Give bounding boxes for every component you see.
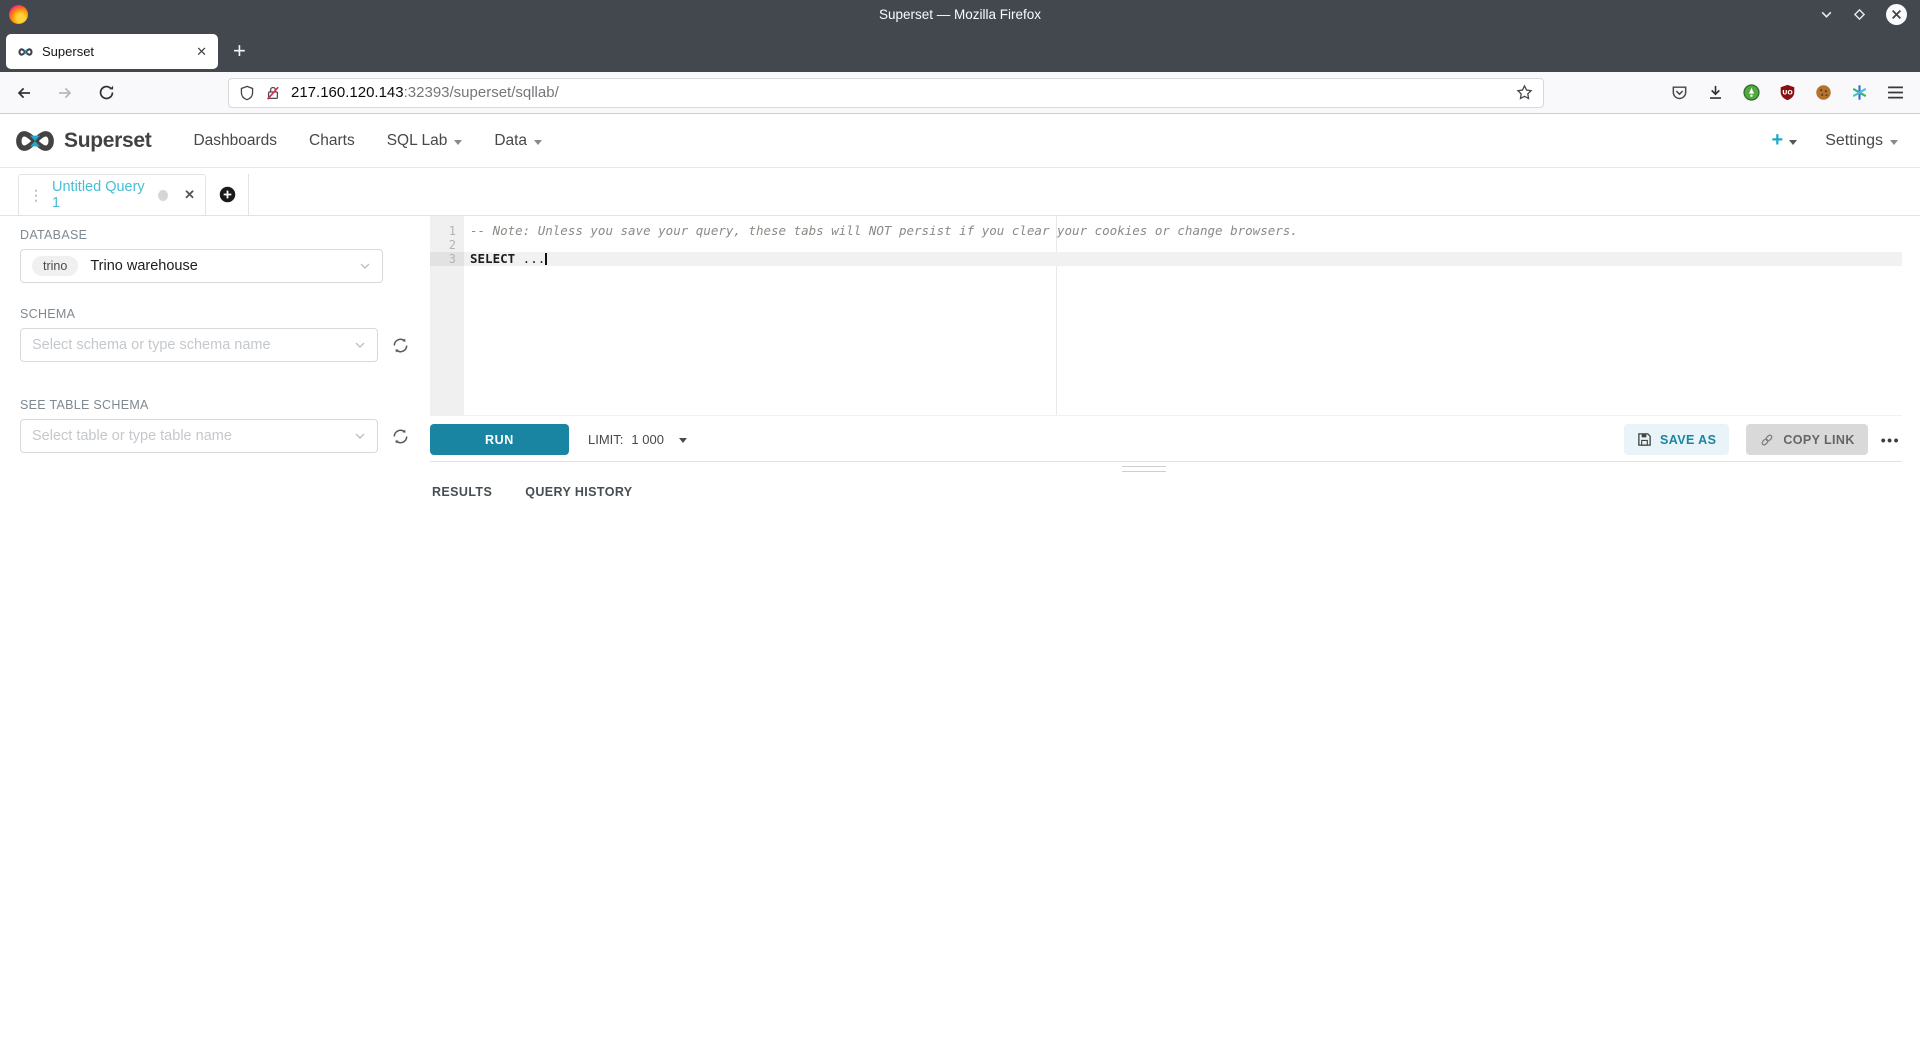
line-number-active: 3 — [430, 252, 464, 266]
query-tab-active[interactable]: ⋮ Untitled Query 1 ✕ — [18, 174, 206, 215]
insecure-lock-icon[interactable] — [265, 85, 281, 101]
limit-label: LIMIT: — [588, 432, 623, 447]
query-tab-bar: ⋮ Untitled Query 1 ✕ — [0, 168, 1920, 216]
ublock-origin-icon[interactable]: UO — [1779, 84, 1796, 101]
limit-dropdown[interactable]: LIMIT: 1 000 — [588, 432, 687, 447]
editor-code-area[interactable]: -- Note: Unless you save your query, the… — [464, 216, 1902, 266]
superset-navbar: Superset Dashboards Charts SQL Lab Data … — [0, 114, 1920, 168]
limit-value: 1 000 — [631, 432, 664, 447]
main-nav: Dashboards Charts SQL Lab Data — [177, 132, 558, 150]
table-schema-label: SEE TABLE SCHEMA — [20, 398, 410, 412]
tracking-shield-icon[interactable] — [239, 85, 255, 101]
database-select[interactable]: trino Trino warehouse — [20, 249, 383, 283]
table-select[interactable]: Select table or type table name — [20, 419, 378, 453]
window-titlebar: Superset — Mozilla Firefox — [0, 0, 1920, 29]
menu-hamburger-icon[interactable] — [1887, 85, 1904, 100]
chevron-down-icon — [454, 140, 462, 145]
tab-results[interactable]: RESULTS — [432, 485, 492, 499]
editor-gutter: 1 2 3 — [430, 216, 464, 415]
chevron-down-icon — [359, 260, 371, 272]
save-as-button[interactable]: SAVE AS — [1624, 424, 1729, 455]
extension-asterisk-icon[interactable] — [1851, 84, 1868, 101]
brand-name: Superset — [64, 129, 151, 153]
database-engine-badge: trino — [32, 256, 78, 276]
nav-item-charts[interactable]: Charts — [293, 132, 371, 150]
downloads-icon[interactable] — [1707, 84, 1724, 101]
window-maximize-icon[interactable] — [1853, 8, 1866, 21]
run-button[interactable]: RUN — [430, 424, 569, 455]
url-text[interactable]: 217.160.120.143:32393/superset/sqllab/ — [291, 84, 559, 101]
link-icon — [1759, 432, 1775, 448]
pane-divider — [430, 461, 1902, 476]
chevron-down-icon — [1789, 140, 1797, 145]
superset-brand[interactable]: Superset — [12, 129, 151, 153]
url-path: :32393/superset/sqllab/ — [404, 84, 559, 101]
sql-comment-line: -- Note: Unless you save your query, the… — [470, 223, 1298, 238]
window-close-button[interactable] — [1886, 4, 1907, 25]
nav-item-data[interactable]: Data — [478, 132, 558, 150]
copy-link-label: COPY LINK — [1783, 433, 1854, 447]
pocket-icon[interactable] — [1671, 84, 1688, 101]
sql-blank-line — [464, 238, 1902, 252]
schema-select[interactable]: Select schema or type schema name — [20, 328, 378, 362]
results-tab-bar: RESULTS QUERY HISTORY — [430, 485, 1902, 499]
add-query-tab-button[interactable] — [206, 174, 249, 215]
bookmark-star-icon[interactable] — [1516, 84, 1533, 101]
superset-favicon — [17, 47, 34, 57]
add-new-button[interactable]: + — [1772, 129, 1798, 152]
query-status-dot — [158, 190, 168, 201]
database-label: DATABASE — [20, 228, 410, 242]
svg-text:UO: UO — [1782, 89, 1793, 97]
database-select-value: Trino warehouse — [90, 258, 359, 274]
chevron-down-icon — [534, 140, 542, 145]
query-tab-title: Untitled Query 1 — [52, 179, 145, 211]
caret-down-icon — [679, 438, 687, 443]
nav-item-sql-lab[interactable]: SQL Lab — [371, 132, 479, 150]
chevron-down-icon — [354, 339, 366, 351]
sql-active-line: SELECT ... — [464, 252, 1902, 266]
refresh-tables-icon[interactable] — [391, 427, 410, 446]
line-number: 2 — [430, 238, 464, 252]
cookie-extension-icon[interactable] — [1815, 84, 1832, 101]
browser-tab-superset[interactable]: Superset ✕ — [6, 34, 218, 69]
table-select-placeholder: Select table or type table name — [32, 428, 354, 444]
privacy-badger-icon[interactable] — [1743, 84, 1760, 101]
reload-button[interactable] — [96, 84, 116, 101]
text-cursor — [545, 253, 547, 265]
firefox-window: Superset — Mozilla Firefox Superset ✕ + — [0, 0, 1920, 1042]
resize-handle[interactable] — [1122, 466, 1166, 476]
new-tab-button[interactable]: + — [233, 40, 246, 62]
url-bar[interactable]: 217.160.120.143:32393/superset/sqllab/ — [228, 78, 1544, 108]
nav-item-dashboards[interactable]: Dashboards — [177, 132, 293, 150]
more-actions-button[interactable]: ••• — [1879, 432, 1902, 448]
url-host: 217.160.120.143 — [291, 84, 404, 101]
save-as-label: SAVE AS — [1660, 433, 1716, 447]
sqllab-sidebar: DATABASE trino Trino warehouse SCHEMA Se… — [0, 216, 430, 1042]
schema-label: SCHEMA — [20, 307, 410, 321]
back-button[interactable] — [14, 85, 34, 101]
tab-close-icon[interactable]: ✕ — [196, 44, 207, 60]
forward-button[interactable] — [55, 85, 75, 101]
window-title: Superset — Mozilla Firefox — [0, 7, 1920, 22]
window-minimize-icon[interactable] — [1820, 8, 1833, 21]
schema-select-placeholder: Select schema or type schema name — [32, 337, 354, 353]
save-icon — [1637, 432, 1652, 447]
tab-query-history[interactable]: QUERY HISTORY — [525, 485, 632, 499]
sql-code-editor[interactable]: 1 2 3 -- Note: Unless you save your quer… — [430, 216, 1902, 416]
line-number: 1 — [430, 224, 464, 238]
browser-toolbar: 217.160.120.143:32393/superset/sqllab/ U… — [0, 72, 1920, 114]
chevron-down-icon — [354, 430, 366, 442]
drag-handle-icon[interactable]: ⋮ — [29, 187, 43, 204]
sql-editor-pane: 1 2 3 -- Note: Unless you save your quer… — [430, 216, 1920, 1042]
superset-logo-icon — [12, 129, 58, 153]
settings-menu[interactable]: Settings — [1825, 132, 1898, 150]
refresh-schemas-icon[interactable] — [391, 336, 410, 355]
chevron-down-icon — [1890, 140, 1898, 145]
editor-toolbar: RUN LIMIT: 1 000 SAVE AS — [430, 424, 1902, 455]
browser-tab-title: Superset — [42, 44, 196, 59]
browser-tab-bar: Superset ✕ + — [0, 29, 1920, 72]
query-tab-close-icon[interactable]: ✕ — [184, 187, 195, 203]
copy-link-button[interactable]: COPY LINK — [1746, 424, 1867, 455]
